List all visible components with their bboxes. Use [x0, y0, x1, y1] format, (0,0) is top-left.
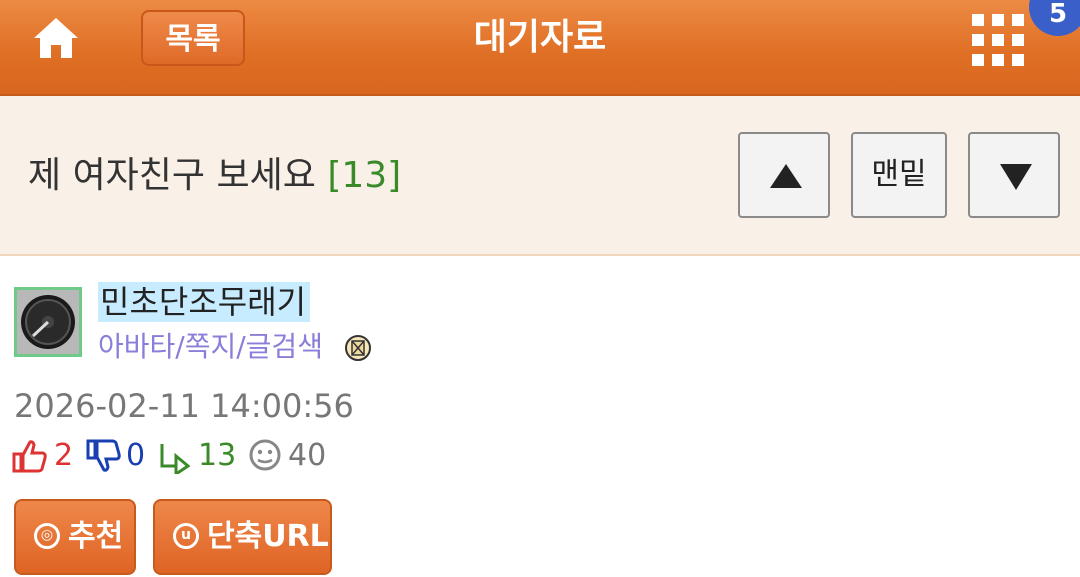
- recommend-icon: ◎: [34, 523, 60, 549]
- arrow-up-icon: [770, 164, 802, 188]
- like-count: 2: [54, 438, 74, 473]
- mail-icon[interactable]: [344, 334, 372, 362]
- post-title: 제 여자친구 보세요 [13]: [28, 152, 401, 200]
- scroll-bottom-button[interactable]: 맨밑: [851, 132, 947, 218]
- grid-menu-icon[interactable]: [970, 12, 1032, 68]
- comment-count[interactable]: [13]: [327, 155, 401, 196]
- page-title: 대기자료: [473, 17, 607, 58]
- short-url-button[interactable]: u 단축URL: [153, 499, 332, 575]
- views-icon: [248, 438, 282, 483]
- dislike-count: 0: [126, 438, 146, 473]
- avatar-image: [17, 290, 79, 354]
- post-title-bar: 제 여자친구 보세요 [13] 맨밑: [0, 96, 1080, 256]
- avatar[interactable]: [14, 287, 82, 357]
- recommend-label: 추천: [68, 519, 124, 554]
- scroll-down-button[interactable]: [968, 132, 1060, 218]
- arrow-down-icon: [1000, 164, 1032, 190]
- post-date: 2026-02-11 14:00:56: [14, 387, 354, 425]
- view-count: 40: [288, 438, 327, 473]
- author-name[interactable]: 민초단조무래기: [98, 282, 311, 322]
- thumbs-up-icon[interactable]: [12, 438, 48, 485]
- short-url-label: 단축URL: [207, 519, 329, 554]
- scroll-up-button[interactable]: [738, 132, 830, 218]
- url-icon: u: [173, 523, 199, 549]
- reply-icon: [158, 438, 194, 485]
- thumbs-down-icon[interactable]: [86, 438, 122, 485]
- author-links[interactable]: 아바타/쪽지/글검색: [98, 328, 323, 366]
- top-header-bar: 목록 대기자료 5: [0, 0, 1080, 96]
- reply-count: 13: [198, 438, 237, 473]
- post-title-text: 제 여자친구 보세요: [28, 155, 316, 196]
- recommend-button[interactable]: ◎ 추천: [14, 499, 136, 575]
